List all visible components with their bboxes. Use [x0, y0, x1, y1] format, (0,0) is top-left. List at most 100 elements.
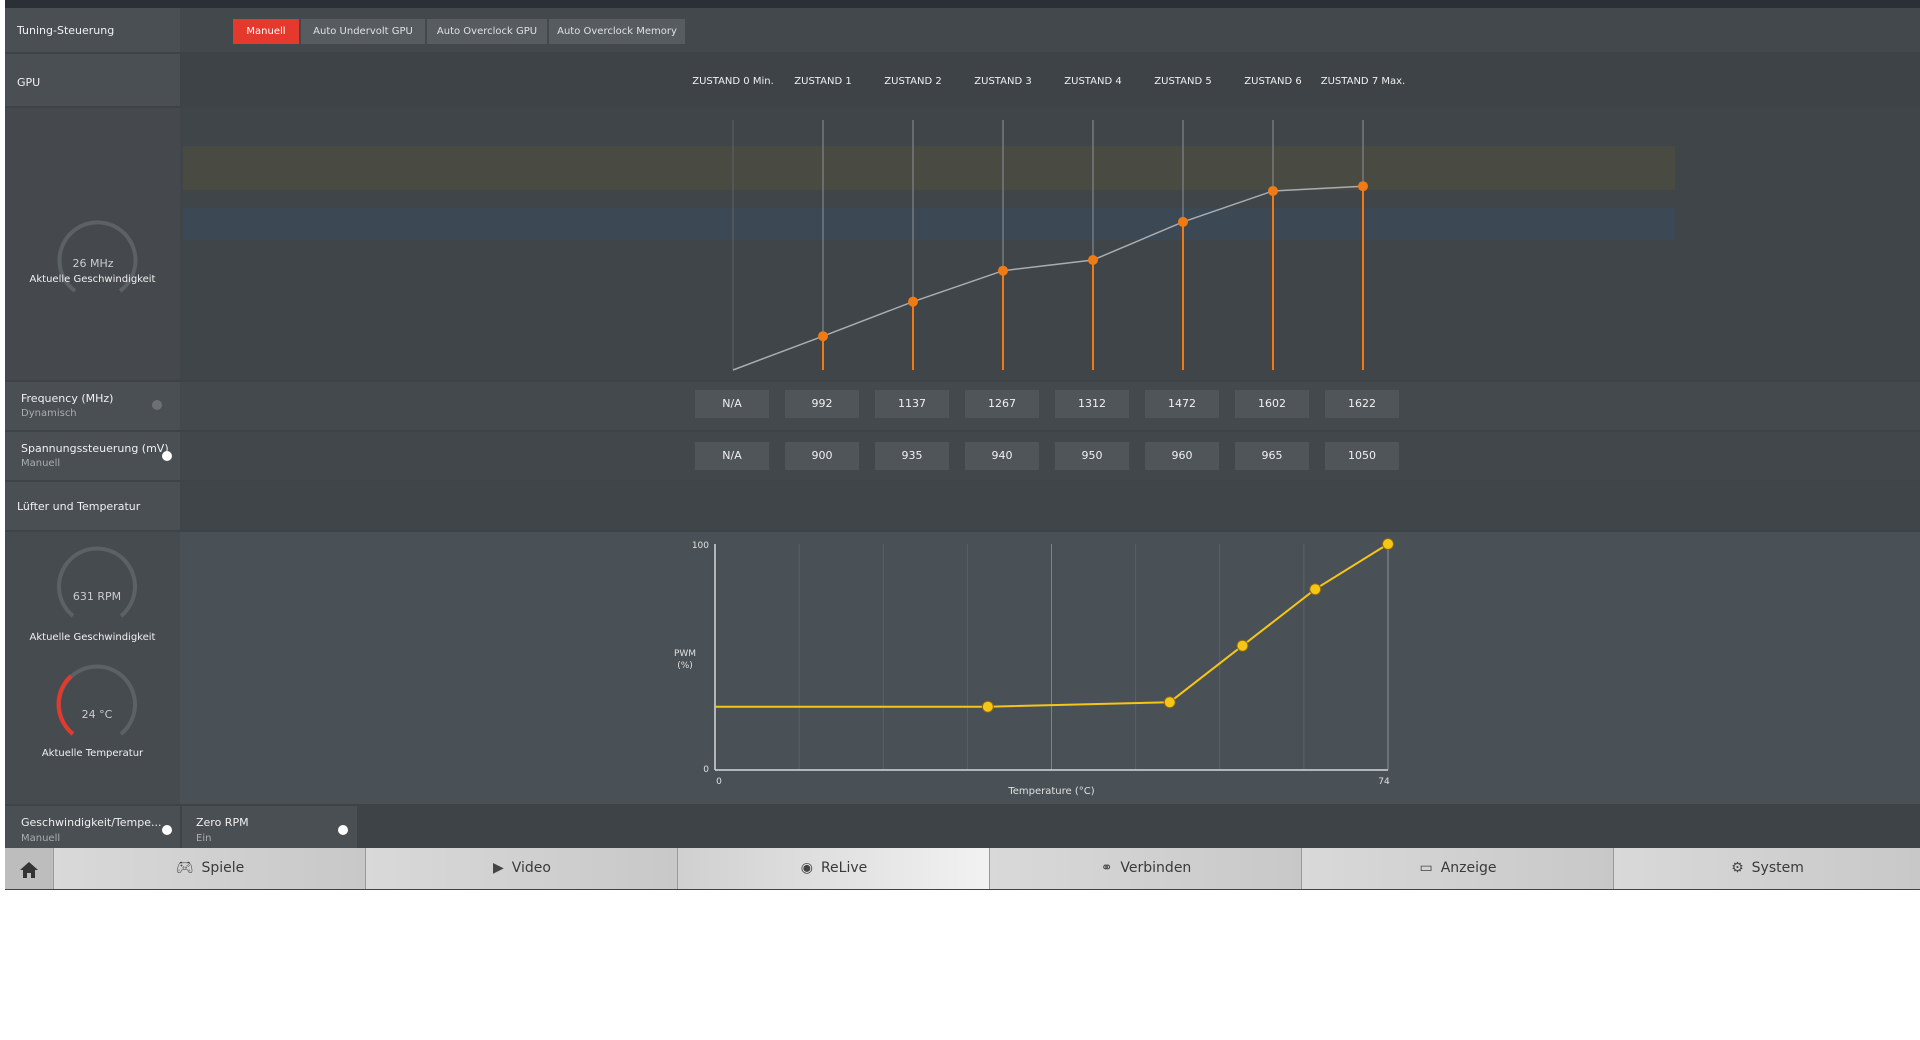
nav-relive[interactable]: ◉ ReLive: [677, 848, 990, 889]
nav-verbinden[interactable]: ⚭ Verbinden: [989, 848, 1302, 889]
state-2-label: ZUSTAND 2: [884, 76, 942, 87]
frequency-label: Frequency (MHz): [21, 392, 114, 405]
speed-temp-label: Geschwindigkeit/Tempe...: [21, 816, 162, 829]
tab-manuell[interactable]: Manuell: [233, 19, 299, 44]
speed-temp-mode: Manuell: [21, 833, 61, 844]
voltage-state-4[interactable]: 950: [1055, 442, 1129, 470]
fan-x-tick-min: 0: [716, 777, 722, 787]
zero-rpm-mode: Ein: [196, 833, 212, 844]
top-strip: [5, 0, 1920, 8]
frequency-state-4[interactable]: 1312: [1055, 390, 1129, 418]
state-5-label: ZUSTAND 5: [1154, 76, 1212, 87]
voltage-row: Spannungssteuerung (mV) Manuell N/A 900 …: [5, 432, 1920, 480]
fan-chart-row: 631 RPM Aktuelle Geschwindigkeit 24 °C A…: [5, 532, 1920, 804]
fan-y-axis-label: PWM: [674, 649, 696, 659]
nav-anzeige-label: Anzeige: [1440, 860, 1497, 876]
frequency-state-2[interactable]: 1137: [875, 390, 949, 418]
zero-rpm-toggle[interactable]: [338, 825, 348, 835]
nav-video[interactable]: ▶ Video: [365, 848, 678, 889]
state-4-label: ZUSTAND 4: [1064, 76, 1122, 87]
tab-auto-overclock-gpu[interactable]: Auto Overclock GPU: [427, 19, 547, 44]
voltage-header: Spannungssteuerung (mV) Manuell: [5, 432, 180, 480]
home-icon: [20, 861, 38, 878]
bottom-navbar: 🎮︎ Spiele ▶ Video ◉ ReLive ⚭ Verbinden ▭ Anze…: [5, 848, 1920, 889]
system-gear-icon: ⚙: [1731, 860, 1744, 876]
fan-curve-point-4: [1309, 583, 1322, 596]
fan-header-row: Lüfter und Temperatur: [5, 482, 1920, 530]
nav-verbinden-label: Verbinden: [1120, 860, 1192, 876]
gpu-section-label: GPU: [17, 76, 41, 89]
tab-auto-overclock-memory[interactable]: Auto Overclock Memory: [549, 19, 685, 44]
nav-anzeige[interactable]: ▭ Anzeige: [1301, 848, 1614, 889]
frequency-row: Frequency (MHz) Dynamisch N/A 992 1137 1…: [5, 382, 1920, 430]
nav-spiele[interactable]: 🎮︎ Spiele: [53, 848, 366, 889]
gamepad-icon: 🎮︎: [175, 860, 194, 876]
tuning-header: Tuning-Steuerung: [5, 8, 180, 52]
fan-curve-point-3: [1236, 639, 1249, 652]
voltage-mode: Manuell: [21, 458, 61, 469]
frequency-state-7[interactable]: 1622: [1325, 390, 1399, 418]
voltage-state-5[interactable]: 960: [1145, 442, 1219, 470]
fan-y-axis-label: (%): [677, 661, 693, 671]
state-1-label: ZUSTAND 1: [794, 76, 852, 87]
state-3-label: ZUSTAND 3: [974, 76, 1032, 87]
nav-system-label: System: [1751, 860, 1804, 876]
zero-rpm-label: Zero RPM: [196, 816, 249, 829]
state-2-point: [908, 296, 918, 307]
frequency-state-3[interactable]: 1267: [965, 390, 1039, 418]
frequency-state-0[interactable]: N/A: [695, 390, 769, 418]
state-5-point: [1178, 216, 1188, 227]
gpu-section-header: GPU: [5, 54, 180, 106]
frequency-state-5[interactable]: 1472: [1145, 390, 1219, 418]
voltage-state-1[interactable]: 900: [785, 442, 859, 470]
fan-curve-point-1: [981, 700, 994, 713]
voltage-toggle[interactable]: [162, 451, 172, 461]
gpu-chart-row: 26 MHz Aktuelle Geschwindigkeit: [5, 108, 1920, 380]
gpu-frequency-chart[interactable]: [5, 108, 1920, 380]
state-6-label: ZUSTAND 6: [1244, 76, 1302, 87]
frequency-curve-line: [732, 185, 1364, 371]
state-3-point: [998, 265, 1008, 276]
state-0-label: ZUSTAND 0 Min.: [692, 76, 774, 87]
frequency-mode: Dynamisch: [21, 408, 77, 419]
nav-relive-label: ReLive: [820, 860, 868, 876]
wattman-panel: Tuning-Steuerung Manuell Auto Undervolt …: [5, 0, 1920, 890]
nav-system[interactable]: ⚙ System: [1613, 848, 1920, 889]
fan-curve-chart[interactable]: 100 00 74 Temperature (°C) PWM (%): [5, 532, 1920, 804]
state-7-point: [1358, 181, 1368, 192]
zero-rpm-control[interactable]: Zero RPM Ein: [182, 806, 357, 848]
tuning-row: Tuning-Steuerung Manuell Auto Undervolt …: [5, 8, 1920, 52]
voltage-label: Spannungssteuerung (mV): [21, 442, 169, 455]
fan-x-axis-label: Temperature (°C): [1007, 786, 1094, 797]
fan-toggles-row: Geschwindigkeit/Tempe... Manuell Zero RP…: [5, 806, 1920, 848]
frequency-state-6[interactable]: 1602: [1235, 390, 1309, 418]
frequency-header: Frequency (MHz) Dynamisch: [5, 382, 180, 430]
state-1-point: [818, 331, 828, 342]
voltage-state-3[interactable]: 940: [965, 442, 1039, 470]
speed-temp-control[interactable]: Geschwindigkeit/Tempe... Manuell: [5, 806, 180, 848]
play-icon: ▶: [492, 860, 504, 876]
nav-spiele-label: Spiele: [201, 860, 245, 876]
voltage-state-7[interactable]: 1050: [1325, 442, 1399, 470]
voltage-state-0[interactable]: N/A: [695, 442, 769, 470]
state-7-label: ZUSTAND 7 Max.: [1320, 76, 1406, 87]
fan-curve-point-2: [1163, 696, 1176, 709]
voltage-state-6[interactable]: 965: [1235, 442, 1309, 470]
home-button[interactable]: [5, 848, 53, 889]
state-4-point: [1088, 255, 1098, 265]
relive-icon: ◉: [800, 860, 813, 876]
fan-y-tick-min: 0: [703, 765, 709, 775]
frequency-state-1[interactable]: 992: [785, 390, 859, 418]
frequency-toggle[interactable]: [152, 400, 162, 410]
display-icon: ▭: [1419, 860, 1433, 876]
fan-curve-point-5: [1382, 538, 1394, 550]
fan-y-tick-max: 100: [692, 541, 709, 551]
speed-temp-toggle[interactable]: [162, 825, 172, 835]
fan-x-tick-max: 74: [1378, 777, 1390, 787]
fan-section-header: Lüfter und Temperatur: [5, 482, 180, 530]
voltage-state-2[interactable]: 935: [875, 442, 949, 470]
tab-auto-undervolt-gpu[interactable]: Auto Undervolt GPU: [301, 19, 425, 44]
nav-video-label: Video: [511, 860, 551, 876]
connect-icon: ⚭: [1100, 860, 1113, 876]
state-6-point: [1268, 185, 1278, 196]
